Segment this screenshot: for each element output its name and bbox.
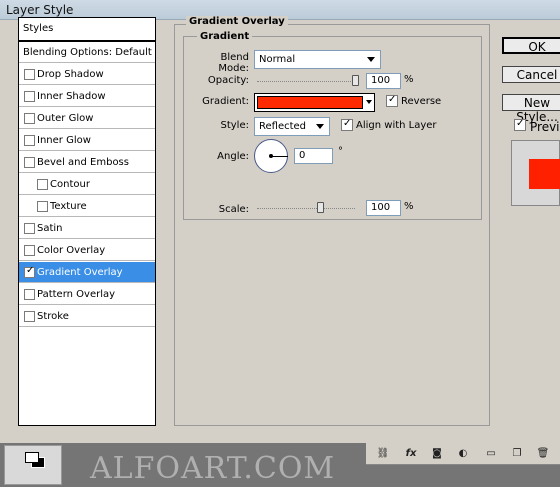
style-item-label: Gradient Overlay [37,267,123,278]
style-item-label: Texture [50,201,87,212]
opacity-slider-track[interactable] [257,81,357,82]
cancel-button[interactable]: Cancel [502,66,560,83]
style-item[interactable]: Stroke [19,306,155,327]
subgroup-title: Gradient [197,31,253,42]
window-title: Layer Style [6,3,74,17]
link-icon[interactable]: ⛓ [376,447,390,460]
new-layer-icon[interactable]: ❐ [510,447,524,460]
angle-center-dot [269,154,273,158]
gradient-swatch[interactable] [257,96,363,109]
style-item-checkbox[interactable] [37,201,48,212]
style-item-checkbox[interactable] [24,157,35,168]
style-label: Style: [220,120,250,131]
style-item-checkbox[interactable] [24,289,35,300]
style-item[interactable]: Blending Options: Default [19,42,155,63]
style-item[interactable]: Drop Shadow [19,64,155,85]
style-item[interactable]: Pattern Overlay [19,284,155,305]
scale-input[interactable]: 100 [366,200,401,216]
style-item[interactable]: Contour [19,174,155,195]
scale-unit: % [404,201,414,212]
style-item-label: Contour [50,179,90,190]
chevron-down-icon[interactable] [366,100,372,104]
scale-label: Scale: [218,204,249,215]
style-list: Blending Options: Default Drop Shadow Inne… [18,41,156,426]
style-value: Reflected [259,121,307,132]
style-item-checkbox[interactable] [24,223,35,234]
adjustment-icon[interactable]: ◐ [456,447,470,460]
style-item[interactable]: Satin [19,218,155,239]
mask-icon[interactable]: ◙ [430,447,444,460]
angle-dial[interactable] [254,139,288,173]
style-preview [511,140,560,206]
blend-mode-value: Normal [259,54,296,65]
style-item-label: Satin [37,223,63,234]
chevron-down-icon [316,124,324,129]
style-item-checkbox[interactable] [24,311,35,322]
chevron-down-icon [367,57,375,62]
style-item[interactable]: Outer Glow [19,108,155,129]
opacity-unit: % [404,74,414,85]
gradient-label: Gradient: [202,96,249,107]
style-item-label: Inner Shadow [37,91,106,102]
styles-header[interactable]: Styles [18,17,156,41]
style-item-label: Inner Glow [37,135,91,146]
style-item[interactable]: Color Overlay [19,240,155,261]
style-item-label: Pattern Overlay [37,289,116,300]
opacity-label: Opacity: [207,75,249,86]
style-item-label: Blending Options: Default [23,47,152,58]
style-item-label: Bevel and Emboss [37,157,129,168]
style-item[interactable]: Inner Glow [19,130,155,151]
blend-mode-label: Blend Mode: [218,52,249,74]
folder-icon[interactable]: ▭ [484,447,498,460]
style-item-label: Drop Shadow [37,69,104,80]
foreground-color-swatch[interactable] [25,452,39,463]
blend-mode-select[interactable]: Normal [254,50,381,69]
preview-label: Preview [530,120,560,134]
angle-label: Angle: [217,151,249,162]
align-with-layer-label: Align with Layer [356,120,437,131]
opacity-input[interactable]: 100 [366,73,401,89]
style-item-checkbox[interactable] [24,135,35,146]
style-item-checkbox[interactable] [24,113,35,124]
style-item-checkbox[interactable] [24,245,35,256]
style-item-label: Color Overlay [37,245,106,256]
opacity-slider-thumb[interactable] [352,75,359,86]
gradient-picker[interactable] [254,93,375,112]
style-item-checkbox[interactable] [24,69,35,80]
style-item[interactable]: Gradient Overlay [19,262,155,283]
reverse-label: Reverse [401,96,442,107]
scale-slider-track[interactable] [257,208,355,209]
scale-slider-thumb[interactable] [316,202,324,213]
angle-input[interactable]: 0 [294,148,333,164]
layers-panel-bar: ALFOART.COM ⛓ fx ◙ ◐ ▭ ❐ 🗑 [0,443,560,487]
reverse-checkbox[interactable] [386,94,398,107]
style-item[interactable]: Inner Shadow [19,86,155,107]
fx-icon[interactable]: fx [404,447,418,460]
preview-swatch [529,159,560,189]
style-item-label: Outer Glow [37,113,94,124]
style-item[interactable]: Texture [19,196,155,217]
new-style-button[interactable]: New Style... [502,94,560,124]
group-title: Gradient Overlay [186,16,288,27]
style-item[interactable]: Bevel and Emboss [19,152,155,173]
layers-panel-icons: ⛓ fx ◙ ◐ ▭ ❐ 🗑 [366,443,560,465]
ok-button[interactable]: OK [502,37,560,54]
style-item-checkbox[interactable] [24,265,35,278]
watermark: ALFOART.COM [90,451,336,486]
trash-icon[interactable]: 🗑 [536,447,550,460]
style-item-label: Stroke [37,311,69,322]
preview-checkbox[interactable] [514,118,526,131]
align-with-layer-checkbox[interactable] [341,118,353,131]
style-select[interactable]: Reflected [254,117,330,136]
angle-needle [271,156,288,157]
style-item-checkbox[interactable] [24,91,35,102]
color-swatch-tool[interactable] [4,445,62,485]
style-item-checkbox[interactable] [37,179,48,190]
angle-unit: ° [338,146,343,157]
